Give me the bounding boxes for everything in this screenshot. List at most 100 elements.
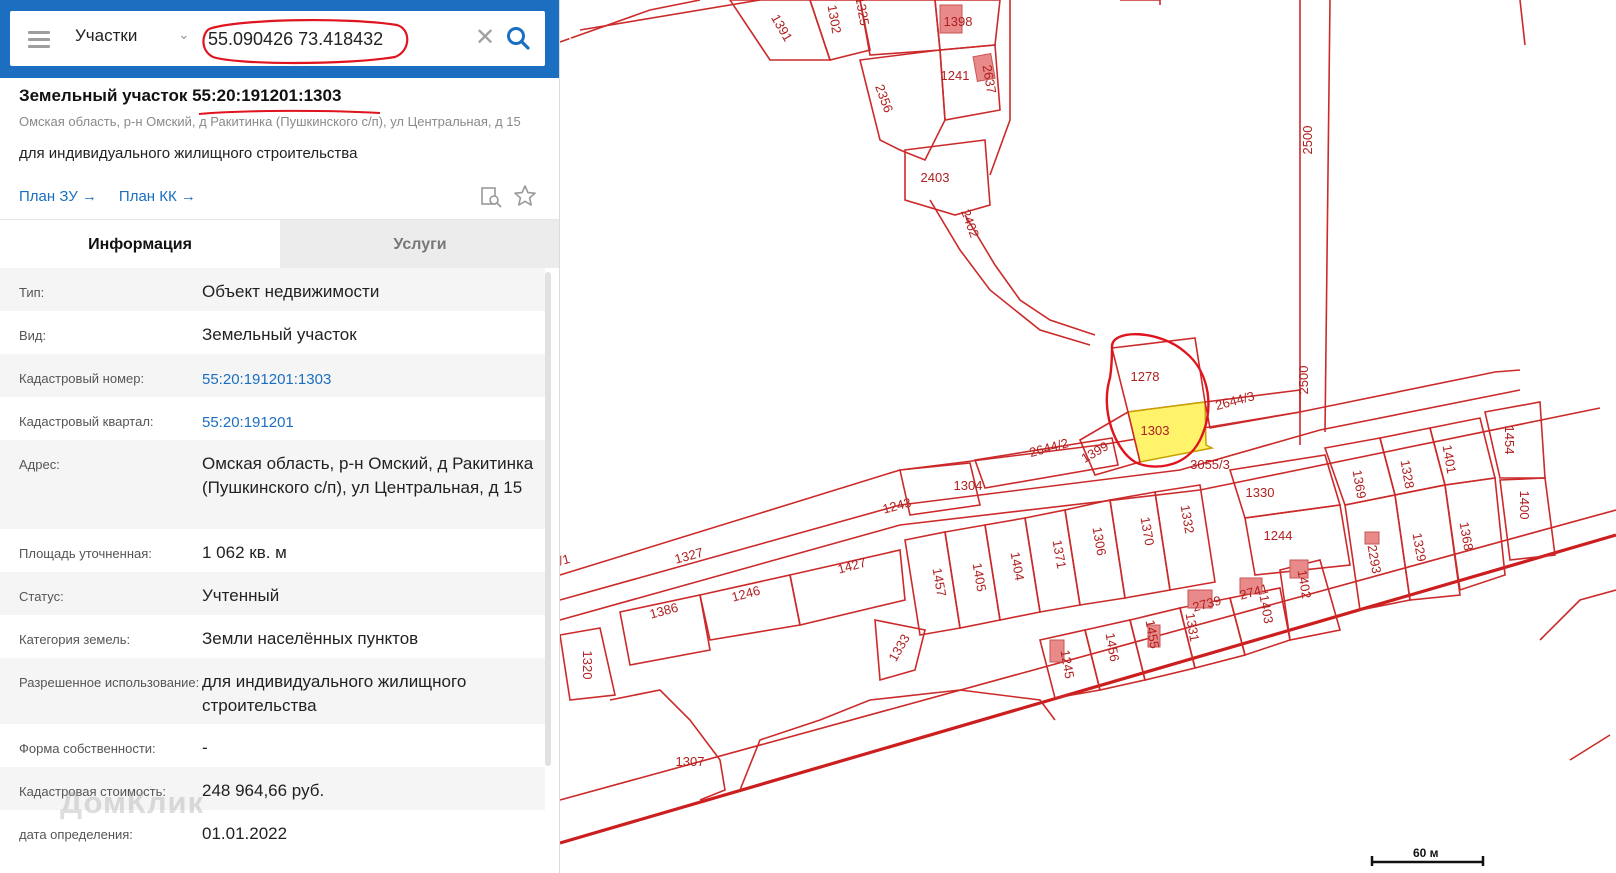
plot-outline	[1444, 477, 1506, 592]
plot-label: 2500	[1300, 126, 1315, 155]
chevron-down-icon[interactable]: ⌄	[178, 26, 190, 43]
plot-outline	[609, 689, 726, 801]
info-row-type: Тип: Объект недвижимости	[0, 268, 545, 311]
plot-outline	[739, 689, 1056, 791]
plan-zu-link[interactable]: План ЗУ →	[19, 188, 97, 205]
plot-outline	[859, 0, 941, 56]
plot-label: 1330	[1246, 485, 1275, 500]
info-row-cadastral-quarter: Кадастровый квартал: 55:20:191201	[0, 397, 545, 440]
parcel-use: для индивидуального жилищного строительс…	[19, 145, 358, 162]
plot-label: 1325	[853, 0, 873, 27]
plot-label: 1328	[1398, 459, 1418, 490]
plot-label: 1404	[1008, 551, 1028, 582]
plot-outline	[1120, 0, 1161, 5]
info-row-area: Площадь уточненная: 1 062 кв. м	[0, 529, 545, 572]
plot-label: 2293	[1365, 544, 1385, 575]
plot-label: 1370	[1138, 516, 1158, 547]
info-value: 01.01.2022	[202, 824, 288, 843]
info-row-cadastral-number: Кадастровый номер: 55:20:191201:1303	[0, 354, 545, 397]
plot-outline	[1429, 417, 1496, 486]
plot-label: 1401	[1440, 444, 1460, 475]
plot-label: 1332	[1178, 504, 1198, 535]
info-table: Тип: Объект недвижимости Вид: Земельный …	[0, 268, 545, 853]
plot-label: 2644/2	[1028, 435, 1070, 460]
search-input[interactable]	[208, 24, 463, 54]
info-value: Объект недвижимости	[202, 282, 380, 301]
hamburger-menu-icon[interactable]	[28, 31, 50, 48]
plot-label: 1307	[676, 754, 705, 769]
plot-label: 1427	[836, 555, 868, 577]
info-row-kind: Вид: Земельный участок	[0, 311, 545, 354]
plot-label: 2402	[958, 207, 982, 239]
plot-outline	[964, 214, 1096, 336]
plot-label: 1243	[881, 495, 913, 517]
parcel-header: Земельный участок 55:20:191201:1303 Омск…	[19, 86, 539, 162]
info-value: -	[202, 738, 208, 757]
cadastral-number-link[interactable]: 55:20:191201:1303	[202, 354, 542, 397]
cadastral-quarter-link[interactable]: 55:20:191201	[202, 397, 542, 440]
parcel-address: Омская область, р-н Омский, д Ракитинка …	[19, 114, 521, 129]
plot-label: 1245	[1058, 649, 1078, 680]
info-label: Кадастровый квартал:	[19, 414, 154, 429]
plot-outline	[859, 49, 946, 162]
info-label: Вид:	[19, 328, 47, 343]
search-type-select[interactable]: Участки	[75, 26, 137, 46]
plot-label: 1405	[970, 562, 990, 593]
plot-label: 1368	[1457, 521, 1477, 552]
building	[1364, 531, 1380, 545]
info-label: Форма собственности:	[19, 741, 156, 756]
info-value: Земли населённых пунктов	[202, 629, 419, 648]
info-value: Учтенный	[202, 586, 280, 605]
info-value: Омская область, р-н Омский, д Ракитинка …	[202, 454, 534, 497]
plot-label: 1331	[1183, 612, 1203, 643]
plot-label: 1303	[1141, 423, 1170, 438]
plot-label: 1369	[1350, 469, 1370, 500]
info-label: Разрешенное использование:	[19, 675, 200, 690]
info-value: 1 062 кв. м	[202, 543, 287, 562]
plot-label: 1278	[1131, 369, 1160, 384]
plot-label: 1329	[1410, 532, 1430, 563]
tab-info[interactable]: Информация	[0, 220, 280, 268]
tab-services[interactable]: Услуги	[280, 220, 559, 268]
info-row-ownership: Форма собственности: -	[0, 724, 545, 767]
plot-outline	[1519, 0, 1526, 46]
plot-label: 1454	[1502, 426, 1517, 455]
plot-label: 2403	[921, 170, 950, 185]
plot-label: 1455	[1143, 619, 1163, 650]
parcel-title: Земельный участок 55:20:191201:1303	[19, 86, 342, 105]
tabs: Информация Услуги	[0, 219, 559, 268]
search-icon[interactable]	[505, 25, 531, 51]
plot-outline	[1024, 509, 1081, 613]
plot-label: 1457	[930, 567, 950, 598]
info-label: Адрес:	[19, 457, 60, 472]
scale-label: 60 м	[1413, 846, 1439, 860]
close-icon[interactable]: ✕	[475, 24, 495, 52]
plot-label: 1246	[730, 583, 762, 605]
plot-label: 1327	[673, 545, 705, 567]
plot-label: 1244	[1264, 528, 1293, 543]
info-label: Статус:	[19, 589, 64, 604]
info-row-address: Адрес: Омская область, р-н Омский, д Рак…	[0, 440, 545, 529]
plot-labels: 1391 1302 1325 139823561241 2637250024032402…	[550, 0, 1532, 769]
document-search-icon[interactable]	[480, 186, 502, 208]
plot-label: 2500	[1296, 366, 1311, 395]
collapse-panel-chevron-icon[interactable]: ‹	[560, 19, 579, 53]
info-row-date: дата определения: 01.01.2022	[0, 810, 545, 853]
info-label: Тип:	[19, 285, 45, 300]
star-icon[interactable]	[513, 184, 537, 208]
plan-kk-link[interactable]: План КК →	[119, 188, 196, 205]
plot-label: 1302	[825, 4, 845, 35]
plot-label: 1391	[768, 11, 795, 44]
plot-outline	[1109, 491, 1171, 599]
plot-label: 1371	[1050, 539, 1070, 570]
plot-label: 1398	[944, 14, 973, 29]
info-label: Кадастровый номер:	[19, 371, 145, 386]
plot-label: 1306	[1090, 526, 1110, 557]
info-value: для индивидуального жилищного строительс…	[202, 672, 467, 715]
plan-links: План ЗУ → План КК →	[19, 188, 196, 205]
info-row-cadastral-value: Кадастровая стоимость: 248 964,66 руб.	[0, 767, 545, 810]
plot-label: 1403	[1257, 594, 1277, 625]
scrollbar[interactable]	[545, 272, 551, 766]
search-bar: Участки ⌄ ✕	[0, 0, 559, 78]
plot-label: 1402	[1295, 569, 1315, 600]
